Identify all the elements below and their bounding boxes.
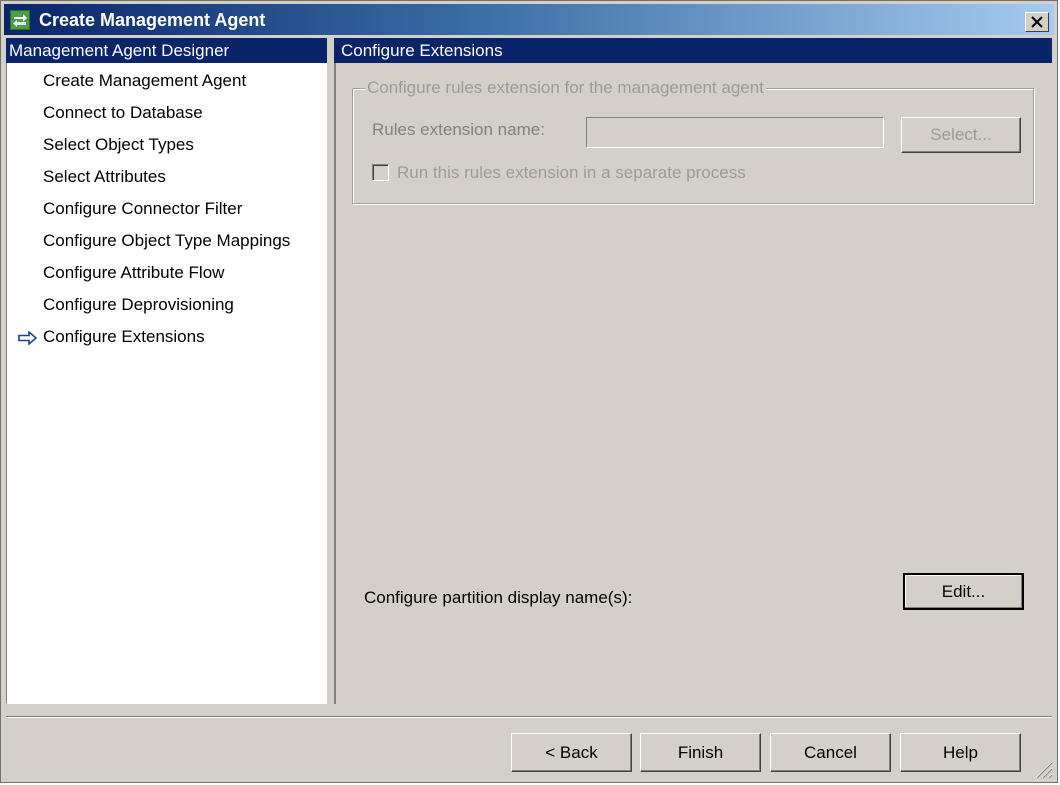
create-management-agent-window: Create Management Agent Management Agent… <box>0 0 1058 783</box>
title-bar: Create Management Agent <box>4 4 1054 35</box>
step-select-attributes[interactable]: Select Attributes <box>43 165 166 189</box>
edit-button[interactable]: Edit... <box>903 573 1024 610</box>
step-select-object-types[interactable]: Select Object Types <box>43 133 194 157</box>
step-configure-object-type-mappings[interactable]: Configure Object Type Mappings <box>43 229 290 253</box>
pane-splitter[interactable] <box>327 38 334 704</box>
rules-extension-name-field[interactable] <box>586 117 884 148</box>
designer-header: Management Agent Designer <box>6 38 327 63</box>
rules-extension-group: Configure rules extension for the manage… <box>352 78 1034 204</box>
select-button[interactable]: Select... <box>901 117 1021 153</box>
configure-extensions-panel: Configure rules extension for the manage… <box>334 63 1052 704</box>
separate-process-checkbox[interactable] <box>372 164 389 181</box>
window-title: Create Management Agent <box>39 10 266 30</box>
separate-process-label: Run this rules extension in a separate p… <box>397 163 746 182</box>
close-button[interactable] <box>1025 12 1049 32</box>
step-connect-to-database[interactable]: Connect to Database <box>43 101 203 125</box>
back-button[interactable]: < Back <box>511 733 632 772</box>
finish-button[interactable]: Finish <box>640 733 761 772</box>
cancel-button[interactable]: Cancel <box>770 733 891 772</box>
page-title: Configure Extensions <box>334 38 1052 63</box>
step-configure-extensions[interactable]: Configure Extensions <box>43 325 205 349</box>
resize-grip-icon[interactable] <box>1031 757 1053 779</box>
rules-extension-group-title: Configure rules extension for the manage… <box>365 78 766 98</box>
designer-steps-list: Create Management Agent Connect to Datab… <box>6 63 327 704</box>
step-create-management-agent[interactable]: Create Management Agent <box>43 69 246 93</box>
rules-extension-name-label: Rules extension name: <box>372 120 545 139</box>
footer-divider <box>6 716 1052 718</box>
step-configure-connector-filter[interactable]: Configure Connector Filter <box>43 197 242 221</box>
step-configure-deprovisioning[interactable]: Configure Deprovisioning <box>43 293 234 317</box>
step-configure-attribute-flow[interactable]: Configure Attribute Flow <box>43 261 224 285</box>
arrow-right-icon <box>18 330 38 350</box>
help-button[interactable]: Help <box>900 733 1021 772</box>
management-agent-icon <box>10 10 30 30</box>
partition-display-name-label: Configure partition display name(s): <box>364 588 633 607</box>
